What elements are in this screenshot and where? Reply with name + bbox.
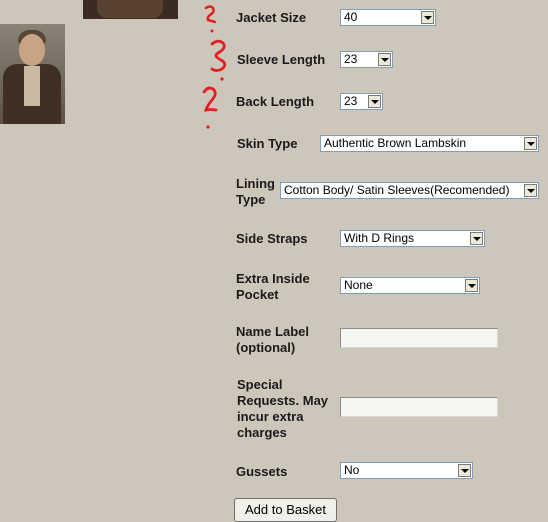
special-requests-input[interactable]: [340, 397, 498, 417]
skin-type-value: Authentic Brown Lambskin: [324, 136, 467, 150]
chevron-down-icon[interactable]: [470, 232, 483, 245]
skin-type-label: Skin Type: [237, 136, 298, 151]
skin-type-select[interactable]: Authentic Brown Lambskin: [320, 135, 539, 152]
lining-type-select[interactable]: Cotton Body/ Satin Sleeves(Recomended): [280, 182, 539, 199]
side-straps-label: Side Straps: [236, 231, 308, 246]
extra-inside-pocket-label-line1: Extra Inside: [236, 271, 310, 286]
jacket-size-select[interactable]: 40: [340, 9, 436, 26]
special-requests-label-line4: charges: [237, 425, 287, 440]
name-label-label-line1: Name Label: [236, 324, 309, 339]
add-to-basket-button[interactable]: Add to Basket: [234, 498, 337, 522]
chevron-down-icon[interactable]: [458, 464, 471, 477]
jacket-model-photo[interactable]: [0, 24, 65, 124]
chevron-down-icon[interactable]: [378, 53, 391, 66]
name-label-input[interactable]: [340, 328, 498, 348]
question-mark-annotation-1: [204, 5, 217, 33]
extra-inside-pocket-value: None: [344, 278, 373, 292]
back-length-select[interactable]: 23: [340, 93, 383, 110]
lining-type-label-line2: Type: [236, 192, 266, 207]
lining-type-label: Lining Type: [236, 176, 275, 208]
gussets-select[interactable]: No: [340, 462, 473, 479]
sleeve-length-select[interactable]: 23: [340, 51, 393, 68]
special-requests-label-line1: Special: [237, 377, 283, 392]
question-mark-annotation-2: [210, 39, 227, 81]
chevron-down-icon[interactable]: [368, 95, 381, 108]
back-length-value: 23: [344, 94, 358, 108]
lining-type-value: Cotton Body/ Satin Sleeves(Recomended): [284, 183, 510, 197]
extra-inside-pocket-label-line2: Pocket: [236, 287, 279, 302]
jacket-thumbnail-top[interactable]: [83, 0, 178, 19]
question-mark-annotation-3: [202, 86, 218, 129]
side-straps-value: With D Rings: [344, 231, 415, 245]
extra-inside-pocket-select[interactable]: None: [340, 277, 480, 294]
chevron-down-icon[interactable]: [524, 137, 537, 150]
chevron-down-icon[interactable]: [524, 184, 537, 197]
sleeve-length-label: Sleeve Length: [237, 52, 326, 67]
gussets-label: Gussets: [236, 464, 288, 479]
name-label-label-line2: (optional): [236, 340, 296, 355]
lining-type-label-line1: Lining: [236, 176, 275, 191]
side-straps-select[interactable]: With D Rings: [340, 230, 485, 247]
sleeve-length-value: 23: [344, 52, 358, 66]
chevron-down-icon[interactable]: [421, 11, 434, 24]
gussets-value: No: [344, 463, 360, 477]
special-requests-label-line2: Requests. May: [237, 393, 329, 408]
jacket-size-value: 40: [344, 10, 358, 24]
back-length-label: Back Length: [236, 94, 315, 109]
special-requests-label-line3: incur extra: [237, 409, 304, 424]
chevron-down-icon[interactable]: [465, 279, 478, 292]
name-label-label: Name Label (optional): [236, 324, 309, 356]
jacket-size-label: Jacket Size: [236, 10, 307, 25]
extra-inside-pocket-label: Extra Inside Pocket: [236, 271, 310, 303]
special-requests-label: Special Requests. May incur extra charge…: [237, 377, 328, 441]
